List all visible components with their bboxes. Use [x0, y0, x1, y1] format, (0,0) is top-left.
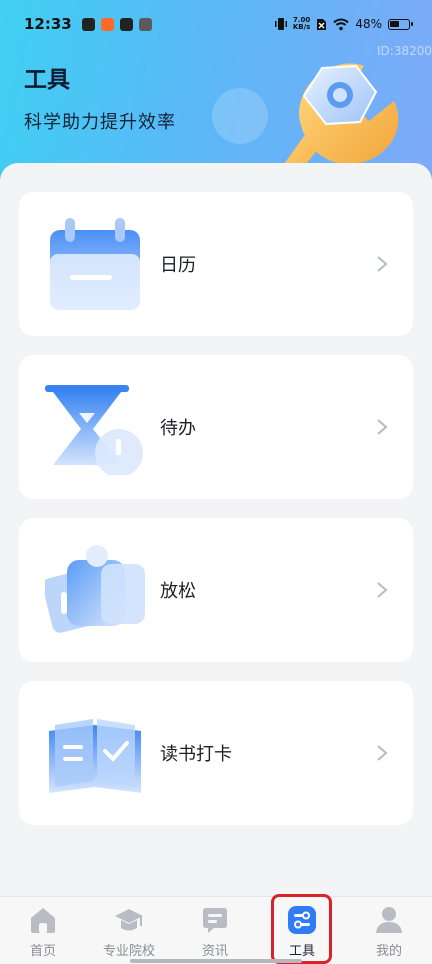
tab-label: 首页 — [29, 944, 56, 959]
tools-panel: 日历 待办 放松 读书打卡 — [0, 163, 432, 903]
tool-card-reading[interactable]: 读书打卡 — [19, 681, 413, 825]
notification-app-icon — [119, 17, 133, 31]
chevron-right-icon — [377, 256, 388, 272]
tool-card-calendar[interactable]: 日历 — [19, 192, 413, 336]
notification-app-icon — [81, 17, 95, 31]
tab-home[interactable]: 首页 — [0, 897, 86, 964]
message-icon — [203, 908, 227, 933]
tool-label: 读书打卡 — [160, 744, 232, 765]
net-speed: 7.00 KB/s — [293, 17, 310, 31]
chevron-right-icon — [377, 582, 388, 598]
status-bar: 12:33 7.00 KB/s 48% — [0, 0, 432, 48]
user-icon — [376, 907, 402, 933]
home-indicator[interactable] — [130, 959, 302, 963]
relax-icon — [45, 545, 145, 633]
chevron-right-icon — [377, 419, 388, 435]
status-right: 7.00 KB/s 48% — [274, 17, 413, 31]
bottom-tab-bar: 首页 专业院校 资讯 工具 我的 — [0, 896, 432, 964]
vibrate-icon — [274, 18, 287, 30]
tool-label: 待办 — [160, 418, 196, 439]
page-subtitle: 科学助力提升效率 — [24, 112, 176, 133]
tab-label: 我的 — [375, 944, 402, 959]
net-speed-unit: KB/s — [292, 23, 311, 31]
tool-label: 日历 — [160, 255, 196, 276]
status-time: 12:33 — [24, 15, 72, 33]
tool-card-relax[interactable]: 放松 — [19, 518, 413, 662]
notification-icons — [81, 17, 152, 31]
battery-icon — [388, 18, 413, 30]
calendar-icon — [50, 218, 140, 310]
battery-percent: 48% — [355, 17, 382, 31]
page-title: 工具 — [24, 67, 70, 93]
tab-label: 专业院校 — [102, 944, 155, 959]
notification-app-icon — [100, 17, 114, 31]
selection-highlight-box — [271, 894, 332, 964]
wifi-icon — [333, 18, 350, 30]
tab-label: 资讯 — [201, 944, 228, 959]
notification-app-icon — [138, 17, 152, 31]
tool-card-todo[interactable]: 待办 — [19, 355, 413, 499]
tab-news[interactable]: 资讯 — [172, 897, 258, 964]
tab-profile[interactable]: 我的 — [346, 897, 432, 964]
sim-icon — [317, 18, 327, 30]
book-icon — [49, 719, 141, 793]
tab-schools[interactable]: 专业院校 — [86, 897, 172, 964]
hourglass-icon — [45, 385, 143, 475]
tool-label: 放松 — [160, 581, 196, 602]
chevron-right-icon — [377, 745, 388, 761]
graduation-cap-icon — [115, 909, 143, 931]
home-icon — [31, 908, 55, 933]
